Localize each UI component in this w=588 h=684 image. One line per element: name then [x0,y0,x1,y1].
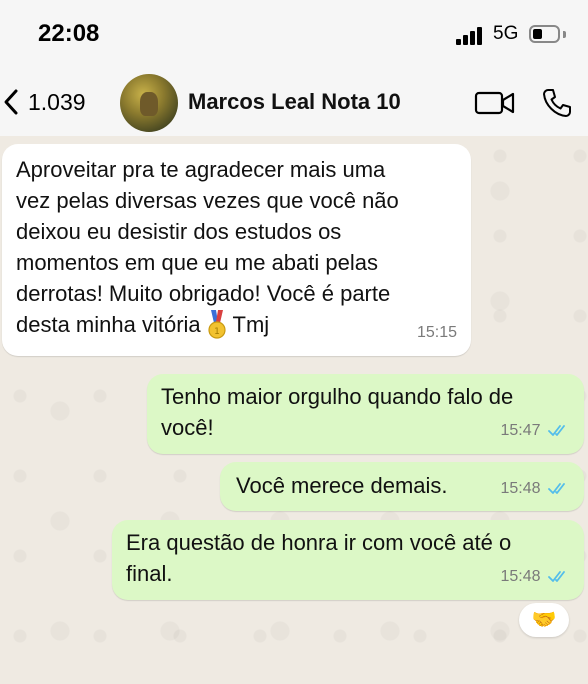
back-chevron-icon[interactable] [2,88,20,116]
unread-count[interactable]: 1.039 [28,89,86,116]
read-ticks-icon [548,425,565,436]
status-bar: 22:08 5G [0,0,588,70]
message-line: derrotas! Muito obrigado! Você é parte [16,281,391,306]
read-ticks-icon [548,571,565,582]
message-line: desta minha vitória 1 Tmj [16,309,457,340]
message-meta: 15:47 [501,415,571,446]
message-line: Tenho maior orgulho quando falo de [161,384,514,409]
chat-header: 1.039 Marcos Leal Nota 10 [0,70,588,136]
message-line: Aproveitar pra te agradecer mais uma [16,157,386,182]
battery-icon [529,25,560,43]
contact-name[interactable]: Marcos Leal Nota 10 [188,89,401,115]
message-meta: 15:48 [501,473,571,504]
message-time: 15:48 [500,568,541,585]
signal-icon [456,27,484,45]
video-call-icon[interactable] [474,90,516,116]
message-incoming[interactable]: Aproveitar pra te agradecer mais uma vez… [2,144,471,356]
message-line: vez pelas diversas vezes que você não [16,188,399,213]
medal-icon: 1 [208,310,226,339]
message-line: momentos em que eu me abati pelas [16,250,378,275]
battery-cap [563,31,566,38]
network-label: 5G [493,23,519,44]
svg-text:1: 1 [214,327,220,337]
message-outgoing[interactable]: Era questão de honra ir com você até o f… [112,520,584,600]
message-time: 15:48 [500,480,541,497]
message-meta: 15:48 [501,561,571,592]
message-text: Tmj [232,312,270,337]
message-outgoing[interactable]: Você merece demais. 15:48 [220,462,584,511]
handshake-reaction[interactable]: 🤝 [519,603,569,637]
message-time: 15:47 [500,422,541,439]
message-outgoing[interactable]: Tenho maior orgulho quando falo de você!… [147,374,584,454]
avatar[interactable] [120,74,178,132]
message-time: 15:15 [416,324,457,341]
message-line: deixou eu desistir dos estudos os [16,219,342,244]
message-text: desta minha vitória [16,312,201,337]
read-ticks-icon [548,483,565,494]
chat-body[interactable]: Aproveitar pra te agradecer mais uma vez… [0,136,588,684]
status-time: 22:08 [38,20,100,47]
phone-call-icon[interactable] [541,87,573,119]
message-line: Era questão de honra ir com você até o [126,530,512,555]
